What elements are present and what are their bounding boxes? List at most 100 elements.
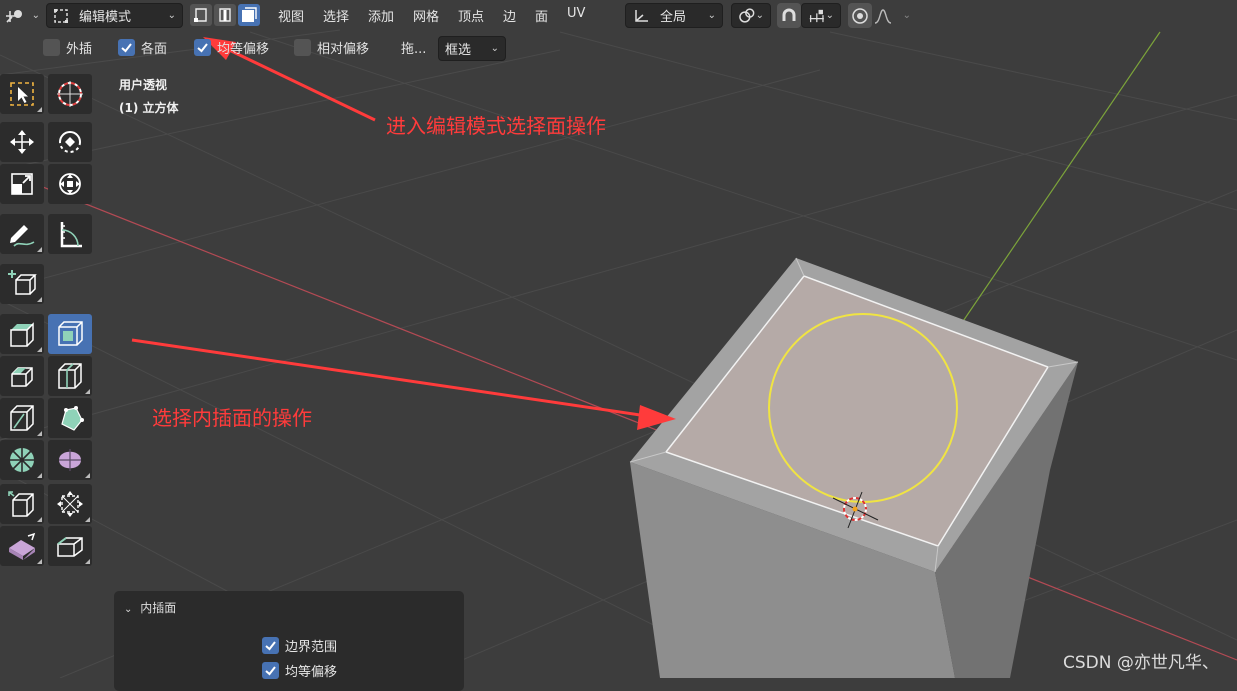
falloff-curve-icon — [874, 8, 892, 24]
checkbox-box[interactable] — [43, 39, 60, 56]
rip-region-icon — [57, 537, 83, 557]
menu-select[interactable]: 选择 — [323, 6, 349, 25]
header-bar: ⌄ 编辑模式 ⌄ 视图 选择 添加 网格 顶点 边 面 UV 全局 ⌄ ⌄ ⌄ … — [0, 0, 1237, 32]
annotation-inset: 选择内插面的操作 — [152, 406, 312, 430]
measure-tool[interactable] — [48, 214, 92, 254]
checkmark-icon — [121, 43, 132, 53]
bevel-icon — [11, 367, 33, 387]
proportional-editing-toggle[interactable] — [848, 3, 872, 28]
knife-tool[interactable] — [0, 398, 44, 438]
smooth-icon — [59, 449, 81, 471]
annotate-tool[interactable] — [0, 214, 44, 254]
checkbox-box[interactable] — [294, 39, 311, 56]
measure-icon — [60, 222, 82, 248]
snap-increment-icon — [809, 9, 824, 22]
boundary-checkbox[interactable]: 边界范围 — [262, 636, 337, 655]
3d-viewport[interactable] — [0, 0, 1237, 678]
rotate-tool[interactable] — [48, 122, 92, 162]
spin-icon — [10, 448, 34, 472]
menu-view[interactable]: 视图 — [278, 6, 304, 25]
pivot-point-icon — [739, 7, 755, 23]
inset-faces-icon — [58, 321, 83, 346]
transform-orientation-dropdown[interactable]: 全局 ⌄ — [625, 3, 723, 28]
operator-panel-header[interactable]: ⌄ 内插面 — [124, 599, 176, 616]
each-face-checkbox[interactable]: 各面 — [118, 38, 167, 57]
spin-tool[interactable] — [0, 440, 44, 480]
checkbox-box[interactable] — [118, 39, 135, 56]
rotate-icon — [59, 131, 81, 153]
shear-tool[interactable] — [0, 526, 44, 566]
inset-faces-tool[interactable] — [48, 314, 92, 354]
chevron-down-icon: ⌄ — [490, 43, 499, 54]
extrude-region-icon — [10, 322, 34, 347]
annotation-edit-mode: 进入编辑模式选择面操作 — [386, 114, 606, 138]
smooth-tool[interactable] — [48, 440, 92, 480]
select-mode-label: 框选 — [445, 43, 472, 58]
snap-target-dropdown[interactable]: ⌄ — [801, 3, 841, 28]
extrude-region-tool[interactable] — [0, 314, 44, 354]
extrude-label: 外插 — [66, 42, 93, 57]
select-box-icon — [10, 82, 34, 106]
face-select-icon — [242, 7, 257, 22]
editor-type-icon — [6, 9, 22, 23]
cube-mesh — [629, 257, 1079, 678]
face-select-button[interactable] — [238, 4, 260, 26]
transform-icon — [59, 173, 81, 195]
editor-type-button[interactable]: ⌄ — [4, 3, 40, 28]
annotate-icon — [10, 225, 35, 247]
chevron-down-icon: ⌄ — [825, 10, 834, 21]
select-box-tool[interactable] — [0, 74, 44, 114]
pivot-point-dropdown[interactable]: ⌄ — [731, 3, 771, 28]
edge-slide-icon — [8, 491, 34, 517]
mode-label: 编辑模式 — [79, 10, 132, 25]
even-offset-checkbox[interactable]: 均等偏移 — [194, 38, 269, 57]
proportional-falloff-dropdown[interactable]: ⌄ — [873, 3, 911, 28]
checkbox-box[interactable] — [262, 662, 279, 679]
checkbox-box[interactable] — [262, 637, 279, 654]
panel-even-offset-label: 均等偏移 — [285, 665, 338, 680]
select-mode-dropdown[interactable]: 框选 ⌄ — [438, 36, 506, 61]
watermark: CSDN @亦世凡华、 — [1063, 653, 1219, 673]
loop-cut-tool[interactable] — [48, 356, 92, 396]
add-cube-icon — [8, 270, 37, 295]
transform-orientation-label: 全局 — [660, 10, 687, 25]
menu-uv[interactable]: UV — [567, 6, 585, 21]
extrude-checkbox[interactable]: 外插 — [43, 38, 92, 57]
menu-add[interactable]: 添加 — [368, 6, 394, 25]
magnet-icon — [782, 8, 796, 21]
menu-face[interactable]: 面 — [535, 6, 548, 25]
bevel-tool[interactable] — [0, 356, 44, 396]
mode-dropdown[interactable]: 编辑模式 ⌄ — [46, 3, 183, 28]
menu-edge[interactable]: 边 — [503, 6, 516, 25]
poly-build-tool[interactable] — [48, 398, 92, 438]
knife-icon — [10, 405, 34, 431]
relative-offset-checkbox[interactable]: 相对偏移 — [294, 38, 369, 57]
operator-panel: ⌄ 内插面 边界范围 均等偏移 — [114, 591, 464, 691]
move-icon — [10, 130, 34, 154]
cursor-tool[interactable] — [48, 74, 92, 114]
scale-tool[interactable] — [0, 164, 44, 204]
drag-label: 拖... — [401, 42, 427, 57]
checkmark-icon — [265, 641, 276, 651]
menu-mesh[interactable]: 网格 — [413, 6, 439, 25]
transform-tool[interactable] — [48, 164, 92, 204]
move-tool[interactable] — [0, 122, 44, 162]
proportional-editing-icon — [852, 7, 868, 24]
shrink-fatten-icon — [57, 491, 83, 517]
shrink-fatten-tool[interactable] — [48, 484, 92, 524]
edge-slide-tool[interactable] — [0, 484, 44, 524]
edge-select-icon — [219, 8, 231, 22]
each-face-label: 各面 — [141, 42, 168, 57]
checkbox-box[interactable] — [194, 39, 211, 56]
vertex-select-button[interactable] — [190, 4, 212, 26]
checkmark-icon — [265, 666, 276, 676]
edit-mode-icon — [54, 8, 68, 23]
menu-vertex[interactable]: 顶点 — [458, 6, 484, 25]
add-cube-tool[interactable] — [0, 264, 44, 304]
rip-region-tool[interactable] — [48, 526, 92, 566]
snap-toggle[interactable] — [777, 3, 801, 28]
panel-even-offset-checkbox[interactable]: 均等偏移 — [262, 661, 337, 680]
view-name: 用户透视 — [119, 78, 168, 92]
object-name: (1) 立方体 — [119, 101, 179, 115]
edge-select-button[interactable] — [214, 4, 236, 26]
